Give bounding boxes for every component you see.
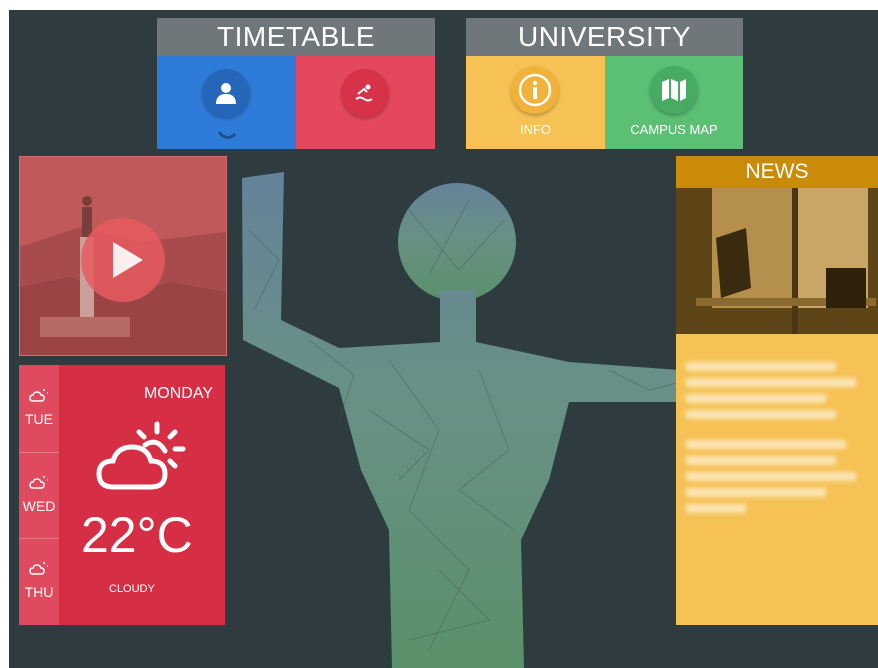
forecast-day-wed[interactable]: WED — [19, 452, 59, 538]
blurred-line — [686, 410, 836, 419]
news-image[interactable] — [676, 188, 878, 334]
person-icon — [202, 69, 250, 117]
sun-cloud-icon — [29, 562, 48, 575]
forecast-day-tue[interactable]: TUE — [19, 365, 59, 451]
sun-cloud-icon — [29, 476, 48, 489]
video-thumbnail[interactable] — [19, 156, 227, 356]
forecast-day-label: THU — [24, 584, 54, 600]
cloudy-sun-icon — [96, 421, 186, 490]
info-label: INFO — [519, 122, 552, 137]
forecast-day-thu[interactable]: THU — [19, 538, 59, 624]
weather-condition: CLOUDY — [109, 583, 155, 595]
blurred-line — [686, 378, 856, 387]
blurred-line — [686, 504, 746, 513]
forecast-day-label: TUE — [25, 411, 53, 427]
current-day: MONDAY — [143, 385, 213, 402]
swimmer-icon — [341, 69, 389, 117]
play-icon[interactable] — [81, 218, 165, 302]
campus-map-tile[interactable]: CAMPUS MAP — [605, 56, 743, 149]
timetable-sport-tile[interactable] — [296, 56, 435, 149]
timetable-title: TIMETABLE — [157, 18, 435, 56]
timetable-panel: TIMETABLE — [157, 18, 435, 149]
blurred-line — [686, 456, 836, 465]
map-icon — [650, 66, 698, 114]
kiosk-screen: TIMETABLE UNIVERSITY INFO CAMPUS MAP TUE… — [9, 10, 878, 668]
timetable-person-tile[interactable] — [157, 56, 296, 149]
weather-widget: TUE WED THU MONDAY 22°C CLOUDY — [19, 365, 225, 625]
blurred-line — [686, 472, 856, 481]
sun-cloud-icon — [29, 389, 48, 402]
forecast-day-label: WED — [22, 498, 56, 514]
toggle-arc-icon — [217, 131, 237, 139]
info-icon — [511, 66, 559, 114]
info-tile[interactable]: INFO — [466, 56, 605, 149]
blurred-line — [686, 488, 826, 497]
blurred-line — [686, 440, 846, 449]
blurred-line — [686, 394, 826, 403]
university-panel: UNIVERSITY INFO CAMPUS MAP — [466, 18, 743, 149]
office-photo — [676, 188, 878, 334]
news-panel[interactable]: NEWS — [676, 156, 878, 625]
forecast-column: TUE WED THU — [19, 365, 59, 625]
temperature: 22°C — [81, 507, 193, 563]
news-title: NEWS — [676, 156, 878, 188]
blurred-line — [686, 362, 836, 371]
university-title: UNIVERSITY — [466, 18, 743, 56]
campus-map-label: CAMPUS MAP — [630, 122, 718, 137]
